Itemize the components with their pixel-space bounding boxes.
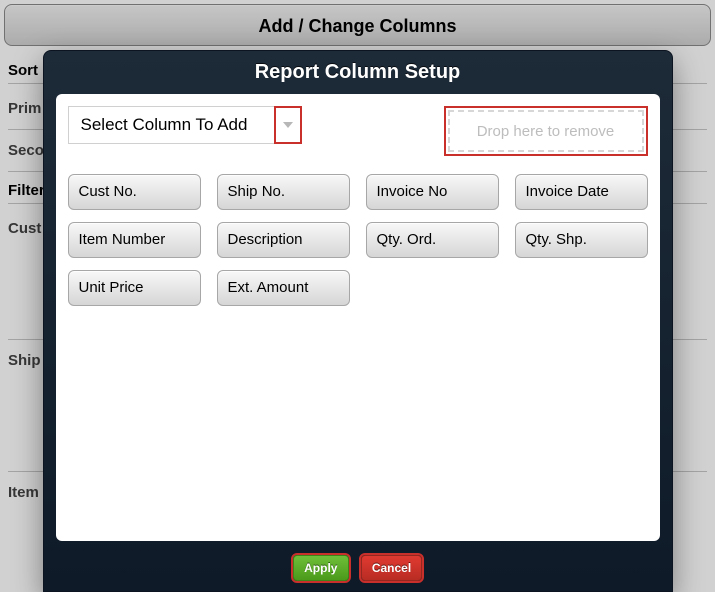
add-column-select-label: Select Column To Add: [69, 107, 274, 143]
cancel-button-highlight: Cancel: [359, 553, 424, 583]
apply-button[interactable]: Apply: [293, 555, 349, 581]
column-chip[interactable]: Ship No.: [217, 174, 350, 210]
remove-dropzone-highlight: Drop here to remove: [444, 106, 648, 156]
column-chip[interactable]: Unit Price: [68, 270, 201, 306]
modal-body: Select Column To Add Drop here to remove…: [56, 94, 660, 541]
column-chip[interactable]: Ext. Amount: [217, 270, 350, 306]
add-column-select-caret[interactable]: [274, 106, 302, 144]
remove-dropzone[interactable]: Drop here to remove: [448, 110, 644, 152]
modal-title: Report Column Setup: [44, 51, 672, 94]
report-column-setup-modal: Report Column Setup Select Column To Add…: [43, 50, 673, 592]
add-column-select[interactable]: Select Column To Add: [68, 106, 302, 144]
column-chip[interactable]: Invoice No: [366, 174, 499, 210]
apply-button-highlight: Apply: [291, 553, 351, 583]
column-chip-grid: Cust No. Ship No. Invoice No Invoice Date It…: [68, 174, 648, 306]
cancel-button[interactable]: Cancel: [361, 555, 422, 581]
column-chip[interactable]: Cust No.: [68, 174, 201, 210]
column-chip[interactable]: Invoice Date: [515, 174, 648, 210]
modal-overlay: Report Column Setup Select Column To Add…: [0, 0, 715, 592]
modal-footer: Apply Cancel: [44, 547, 672, 591]
column-chip[interactable]: Description: [217, 222, 350, 258]
column-chip[interactable]: Qty. Shp.: [515, 222, 648, 258]
chevron-down-icon: [283, 122, 293, 128]
column-chip[interactable]: Qty. Ord.: [366, 222, 499, 258]
column-chip[interactable]: Item Number: [68, 222, 201, 258]
modal-top-row: Select Column To Add Drop here to remove: [68, 106, 648, 156]
